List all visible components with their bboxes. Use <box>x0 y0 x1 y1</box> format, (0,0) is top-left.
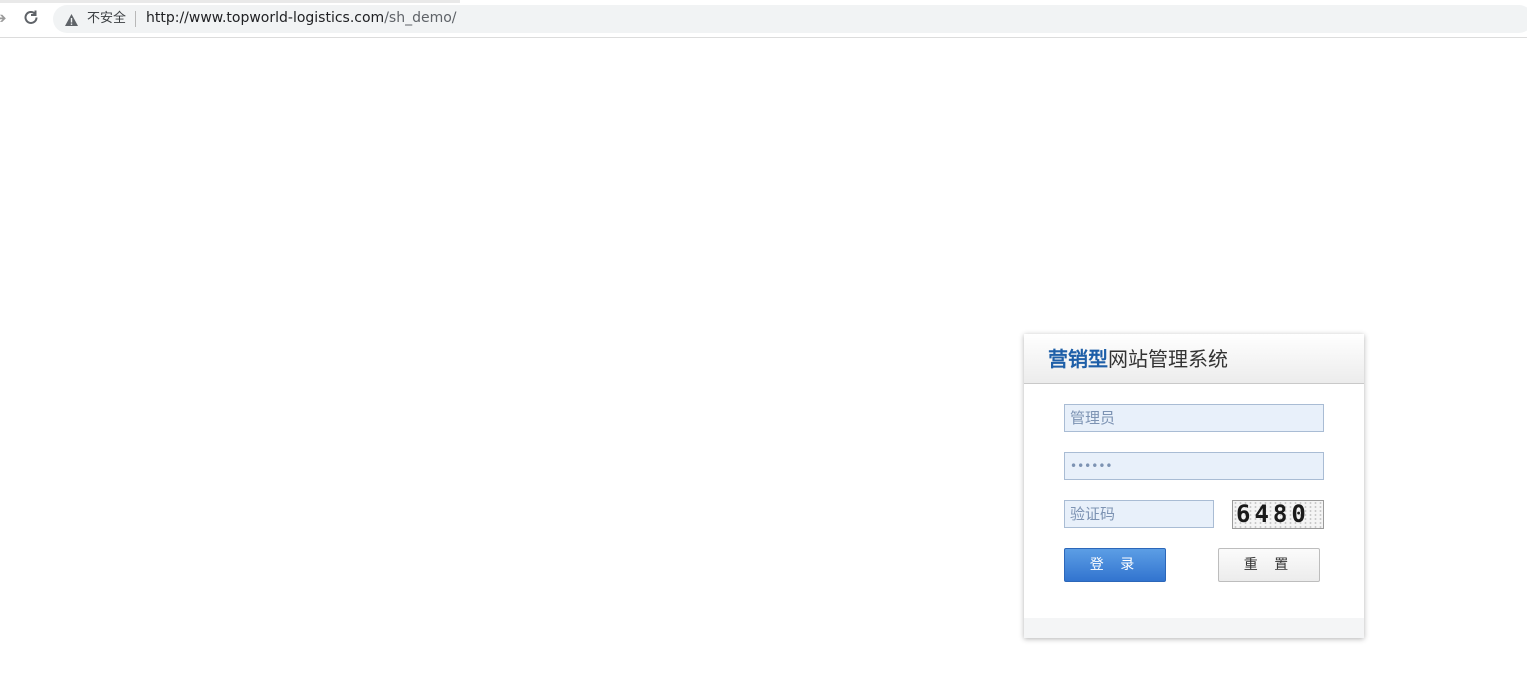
browser-toolbar: ➔ 不安全 http://www.topworld-logistics.com/… <box>0 0 1527 38</box>
login-panel-footer <box>1024 618 1364 638</box>
address-bar[interactable]: 不安全 http://www.topworld-logistics.com/sh… <box>53 5 1527 33</box>
url-path: /sh_demo/ <box>384 10 457 26</box>
address-separator <box>135 11 136 27</box>
title-rest: 网站管理系统 <box>1108 347 1228 371</box>
captcha-field[interactable]: 验证码 <box>1064 500 1214 528</box>
forward-arrow-icon[interactable]: ➔ <box>0 10 8 26</box>
password-field[interactable]: •••••• <box>1064 452 1324 480</box>
username-field[interactable]: 管理员 <box>1064 404 1324 432</box>
page-title: 营销型网站管理系统 <box>1048 346 1228 372</box>
security-label[interactable]: 不安全 <box>87 10 126 27</box>
reset-button[interactable]: 重 置 <box>1218 548 1320 582</box>
login-button[interactable]: 登 录 <box>1064 548 1166 582</box>
login-panel: 营销型网站管理系统 管理员 •••••• 验证码 6480 登 录 重 置 <box>1024 334 1364 638</box>
login-panel-header: 营销型网站管理系统 <box>1024 334 1364 384</box>
warning-icon[interactable] <box>64 12 79 26</box>
url-text[interactable]: http://www.topworld-logistics.com/sh_dem… <box>146 10 457 27</box>
tab-strip <box>0 0 460 3</box>
captcha-image[interactable]: 6480 <box>1232 500 1324 529</box>
title-brand: 营销型 <box>1048 347 1108 371</box>
reload-icon[interactable] <box>21 8 41 28</box>
captcha-code: 6480 <box>1236 500 1310 528</box>
url-host: http://www.topworld-logistics.com <box>146 10 385 26</box>
